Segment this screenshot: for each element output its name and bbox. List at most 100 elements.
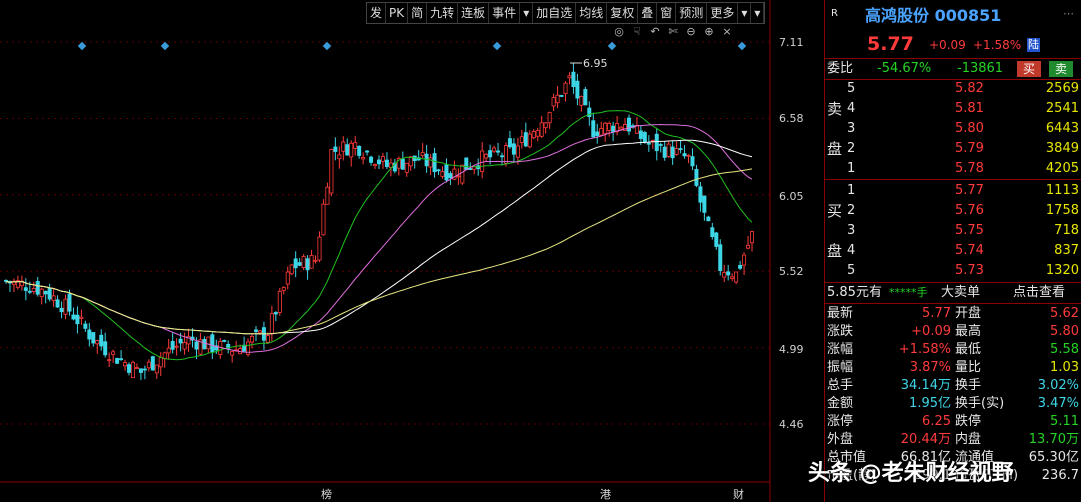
toolbar-btn-1[interactable]: PK xyxy=(386,3,409,23)
stat-key: 涨幅 xyxy=(827,342,854,357)
candle-body xyxy=(583,89,588,106)
stat-value: 5.58 xyxy=(1050,342,1079,357)
toolbar-btn-13[interactable]: 更多 xyxy=(707,3,739,23)
candle-body xyxy=(293,258,298,269)
eye-icon[interactable]: ◎ xyxy=(612,24,626,40)
level-price: 5.78 xyxy=(955,161,984,176)
toolbar-btn-2[interactable]: 简 xyxy=(408,3,428,23)
candle-body xyxy=(35,281,40,295)
bottom-mark: 榜 xyxy=(321,488,332,501)
candle-body xyxy=(698,186,703,203)
candle-body xyxy=(440,171,445,177)
big-order-mid: 大卖单 xyxy=(941,285,981,300)
stat-key: 涨跌 xyxy=(827,324,854,339)
zoom-in-icon[interactable]: ⊕ xyxy=(702,24,716,40)
stat-key: 内盘 xyxy=(955,432,982,447)
candle-body xyxy=(503,145,508,164)
candle-body xyxy=(551,97,556,107)
candle-body xyxy=(361,157,366,160)
stat-value: 34.14万 xyxy=(900,378,951,393)
zoom-out-icon[interactable]: ⊖ xyxy=(684,24,698,40)
price-row: 5.77 +0.09 +1.58% 陆 xyxy=(825,33,1081,55)
toolbar-btn-5[interactable]: 事件 xyxy=(489,3,521,23)
undo-icon[interactable]: ↶ xyxy=(648,24,662,40)
candle-body xyxy=(333,146,338,152)
level-price: 5.79 xyxy=(955,141,984,156)
candle-body xyxy=(174,345,179,348)
toolbar-btn-4[interactable]: 连板 xyxy=(458,3,490,23)
toolbar-btn-11[interactable]: 窗 xyxy=(657,3,677,23)
candle-body xyxy=(166,347,171,354)
candle-body xyxy=(253,329,258,332)
candle-body xyxy=(456,175,461,178)
candle-body xyxy=(150,356,155,371)
candle-body xyxy=(281,287,286,291)
toolbar-btn-6[interactable]: ▾ xyxy=(520,3,534,23)
toolbar-btn-0[interactable]: 发 xyxy=(367,3,387,23)
candle-body xyxy=(55,299,60,308)
candle-body xyxy=(464,157,469,170)
toolbar-btn-14[interactable]: ▾ xyxy=(738,3,752,23)
level-price: 5.76 xyxy=(955,203,984,218)
weibi-row: 委比 -54.67% -13861 买 卖 xyxy=(825,60,1081,78)
stat-value: 5.80 xyxy=(1050,324,1079,339)
candle-body xyxy=(289,264,294,275)
y-tick-label: 7.11 xyxy=(779,36,804,49)
candle-body xyxy=(730,276,735,280)
candle-body xyxy=(329,149,334,194)
level-price: 5.80 xyxy=(955,121,984,136)
candle-body xyxy=(83,323,88,329)
candle-body xyxy=(484,153,489,159)
toolbar-btn-12[interactable]: 预测 xyxy=(676,3,708,23)
hand-icon[interactable]: ☟ xyxy=(630,24,644,40)
stat-key: 外盘 xyxy=(827,432,854,447)
candle-body xyxy=(210,334,215,353)
sell-button[interactable]: 卖 xyxy=(1049,61,1074,77)
stat-value: +1.58% xyxy=(898,342,951,357)
candle-body xyxy=(75,314,80,325)
toolbar-btn-15[interactable]: ▾ xyxy=(751,3,765,23)
level-volume: 2541 xyxy=(1045,101,1079,116)
menu-icon[interactable]: ⋯ xyxy=(1063,5,1074,23)
kline-chart[interactable]: 6.95 xyxy=(0,0,775,502)
candle-body xyxy=(404,162,409,173)
order-level: 5 5.82 2569 xyxy=(825,80,1081,98)
candle-body xyxy=(222,340,227,342)
candle-body xyxy=(384,159,389,167)
buy-button[interactable]: 买 xyxy=(1017,61,1042,77)
candle-body xyxy=(115,358,120,364)
candle-body xyxy=(365,150,370,153)
toolbar-btn-3[interactable]: 九转 xyxy=(427,3,459,23)
candle-body xyxy=(595,131,600,137)
candle-body xyxy=(460,164,465,184)
stock-name-code: 高鸿股份 000851 xyxy=(865,6,1002,25)
toolbar-btn-10[interactable]: 叠 xyxy=(638,3,658,23)
candle-body xyxy=(642,132,647,143)
scissors-icon[interactable]: ✄ xyxy=(666,24,680,40)
toolbar-btn-7[interactable]: 加自选 xyxy=(533,3,577,23)
y-tick-label: 5.52 xyxy=(779,265,804,278)
candle-body xyxy=(714,232,719,247)
order-level: 4 5.74 837 xyxy=(825,242,1081,260)
stat-value: 20.44万 xyxy=(900,432,951,447)
kline-svg[interactable]: 6.95 xyxy=(0,0,775,502)
toolbar-btn-8[interactable]: 均线 xyxy=(576,3,608,23)
big-order-link[interactable]: 点击查看 xyxy=(1013,284,1065,302)
toolbar-btn-9[interactable]: 复权 xyxy=(607,3,639,23)
candle-body xyxy=(726,271,731,276)
candle-body xyxy=(158,357,163,368)
close-icon[interactable]: × xyxy=(720,24,734,40)
candle-body xyxy=(257,330,262,334)
candle-body xyxy=(31,288,36,292)
candle-body xyxy=(710,227,715,238)
stat-row: 涨跌 +0.09 最高 5.80 xyxy=(825,323,1081,341)
r-badge: R xyxy=(831,8,838,19)
big-order-row[interactable]: 5.85元有 *****手 大卖单 点击查看 xyxy=(825,284,1081,302)
level-volume: 1320 xyxy=(1045,263,1079,278)
stat-value: 5.77 xyxy=(922,306,951,321)
level-volume: 837 xyxy=(1054,243,1079,258)
candle-body xyxy=(87,329,92,340)
candle-body xyxy=(563,82,568,95)
candle-body xyxy=(301,256,306,268)
candle-body xyxy=(134,367,139,369)
